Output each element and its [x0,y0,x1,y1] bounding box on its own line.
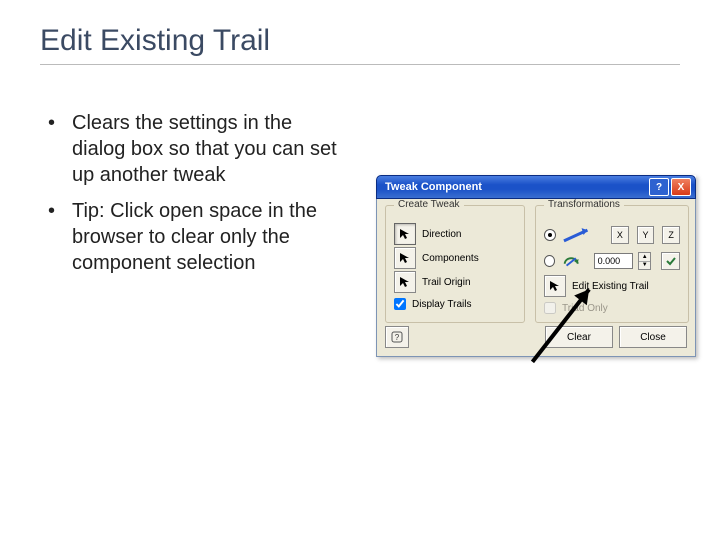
apply-value-button[interactable] [661,252,680,270]
trail-origin-label: Trail Origin [422,277,471,288]
cursor-icon [399,252,411,264]
components-tool-button[interactable] [394,247,416,269]
title-underline [40,64,680,65]
edit-existing-trail-button[interactable] [544,275,566,297]
display-trails-label: Display Trails [412,299,471,310]
create-tweak-group: Create Tweak Direction Components Trail … [385,205,525,323]
transformations-group: Transformations X Y Z [535,205,689,323]
spinner-up-icon: ▲ [639,253,650,262]
cursor-icon [399,228,411,240]
help-icon: ? [391,331,403,343]
titlebar-help-button[interactable]: ? [649,178,669,196]
triad-only-input [544,302,556,314]
check-icon [666,256,676,266]
trail-origin-tool-button[interactable] [394,271,416,293]
direction-tool-button[interactable] [394,223,416,245]
display-trails-input[interactable] [394,298,406,310]
axis-x-button[interactable]: X [611,226,629,244]
axis-z-button[interactable]: Z [662,226,680,244]
spinner-down-icon: ▼ [639,262,650,270]
rotate-icon [561,252,581,270]
bullet-item: Tip: Click open space in the browser to … [44,198,344,276]
titlebar-close-button[interactable]: X [671,178,691,196]
bullet-list: Clears the settings in the dialog box so… [44,110,344,286]
direction-label: Direction [422,229,461,240]
slide-title: Edit Existing Trail [40,24,270,58]
display-trails-checkbox[interactable]: Display Trails [394,298,516,310]
group-label: Create Tweak [394,199,464,210]
axis-y-button[interactable]: Y [637,226,655,244]
dialog-help-button[interactable]: ? [385,326,409,348]
svg-text:?: ? [395,333,400,342]
close-button[interactable]: Close [619,326,687,348]
group-label: Transformations [544,199,624,210]
translate-radio[interactable] [544,229,556,241]
value-spinner[interactable]: ▲▼ [638,252,651,270]
dialog-titlebar[interactable]: Tweak Component ? X [376,175,696,199]
components-label: Components [422,253,479,264]
bullet-item: Clears the settings in the dialog box so… [44,110,344,188]
dialog-body: Create Tweak Direction Components Trail … [376,199,696,357]
rotate-radio[interactable] [544,255,555,267]
translate-arrow-icon [562,226,597,244]
cursor-icon [399,276,411,288]
cursor-icon [549,280,561,292]
dialog-title: Tweak Component [385,181,482,193]
transform-value-field[interactable]: 0.000 [594,253,634,269]
tweak-component-dialog: Tweak Component ? X Create Tweak Directi… [376,175,696,357]
